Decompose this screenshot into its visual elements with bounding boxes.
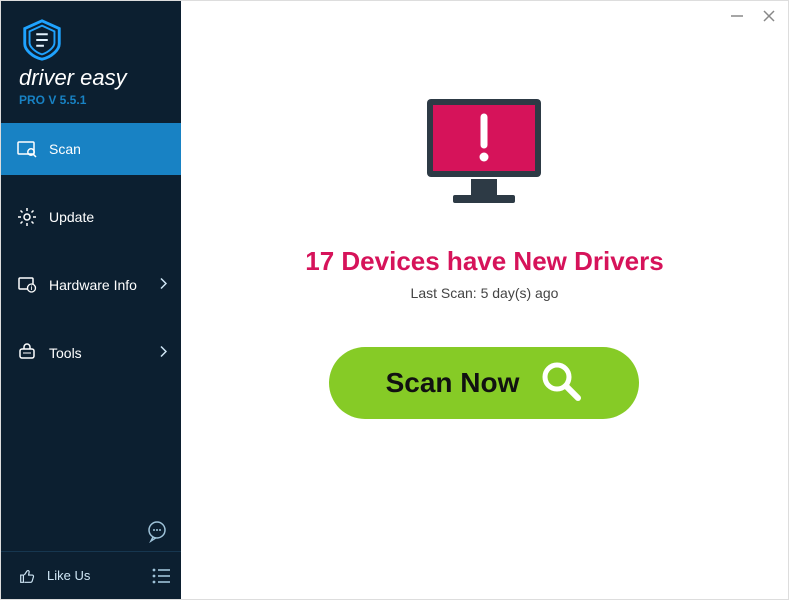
monitor-alert-icon	[409, 91, 559, 226]
magnify-icon	[539, 359, 583, 408]
sidebar-item-label: Tools	[49, 345, 82, 361]
last-scan-text: Last Scan: 5 day(s) ago	[411, 285, 559, 301]
app-logo-icon	[19, 17, 65, 63]
app-window: driver easy PRO V 5.5.1 Scan Update i	[0, 0, 789, 600]
like-us-button[interactable]: Like Us	[1, 566, 141, 586]
brand-name: driver easy	[19, 65, 181, 91]
sidebar: driver easy PRO V 5.5.1 Scan Update i	[1, 1, 181, 599]
sidebar-item-hardware-info[interactable]: i Hardware Info	[1, 259, 181, 311]
scan-icon	[17, 139, 37, 159]
sidebar-item-scan[interactable]: Scan	[1, 123, 181, 175]
chevron-right-icon	[159, 278, 167, 293]
sidebar-item-label: Scan	[49, 141, 81, 157]
window-controls	[728, 7, 778, 25]
main-panel: 17 Devices have New Drivers Last Scan: 5…	[181, 1, 788, 599]
app-logo-block: driver easy PRO V 5.5.1	[1, 1, 181, 117]
feedback-chat-icon[interactable]	[143, 517, 171, 545]
status-headline: 17 Devices have New Drivers	[305, 246, 663, 277]
sidebar-item-update[interactable]: Update	[1, 191, 181, 243]
sidebar-item-tools[interactable]: Tools	[1, 327, 181, 379]
thumbs-up-icon	[17, 566, 37, 586]
chevron-right-icon	[159, 346, 167, 361]
brand-version: PRO V 5.5.1	[19, 93, 181, 107]
sidebar-item-label: Hardware Info	[49, 277, 137, 293]
minimize-button[interactable]	[728, 7, 746, 25]
scan-now-button[interactable]: Scan Now	[329, 347, 639, 419]
nav-list: Scan Update i Hardware Info	[1, 123, 181, 395]
hero-area: 17 Devices have New Drivers Last Scan: 5…	[305, 91, 663, 419]
scan-now-label: Scan Now	[386, 367, 520, 399]
gear-icon	[17, 207, 37, 227]
menu-list-icon[interactable]	[141, 552, 181, 599]
tools-icon	[17, 343, 37, 363]
like-us-label: Like Us	[47, 568, 90, 583]
sidebar-item-label: Update	[49, 209, 94, 225]
sidebar-bottom: Like Us	[1, 551, 181, 599]
close-button[interactable]	[760, 7, 778, 25]
hardware-info-icon: i	[17, 275, 37, 295]
